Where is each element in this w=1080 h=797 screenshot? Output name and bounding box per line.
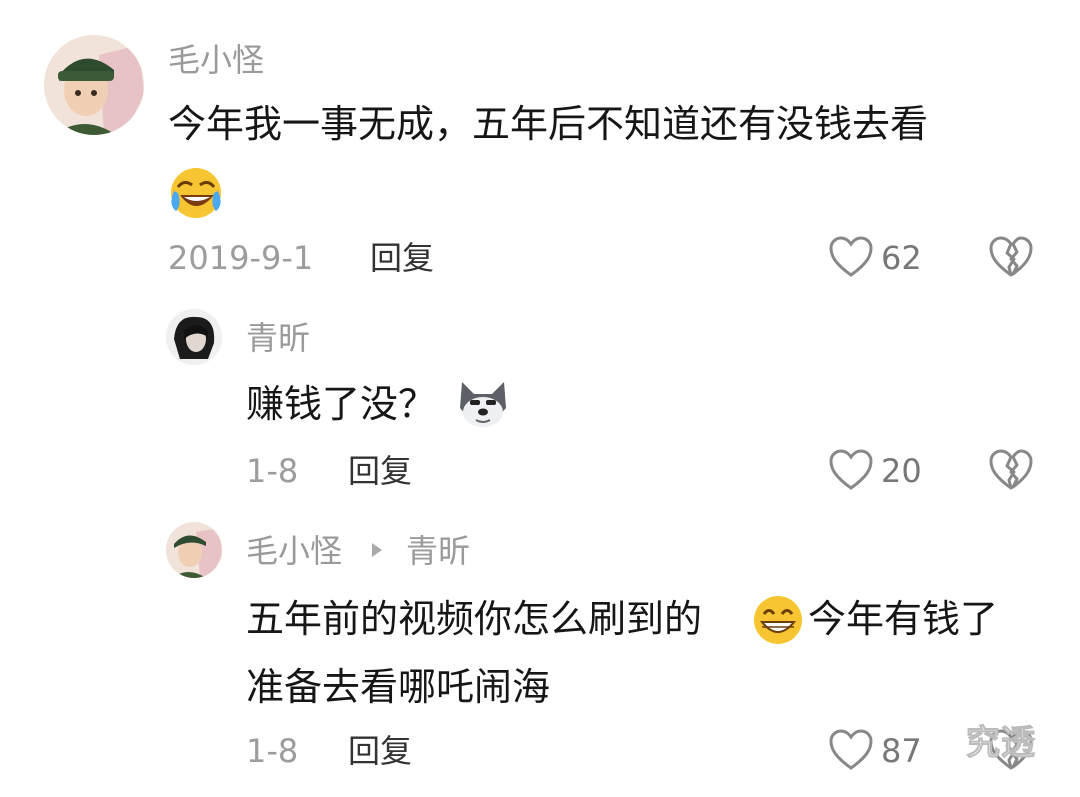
reply-button[interactable]: 回复 [370, 238, 434, 278]
grinning-emoji [752, 594, 804, 646]
like-count: 87 [881, 732, 922, 770]
reply-button[interactable]: 回复 [348, 451, 412, 491]
avatar[interactable] [166, 522, 222, 578]
like-count: 62 [881, 239, 922, 277]
laughing-crying-emoji [168, 165, 224, 221]
avatar[interactable] [166, 309, 222, 365]
dog-emoji [456, 378, 510, 430]
heart-icon[interactable] [828, 728, 874, 772]
reply-to-username[interactable]: 青昕 [406, 531, 470, 571]
comment-text: 准备去看哪吒闹海 [246, 665, 551, 709]
comment-date: 2019-9-1 [168, 239, 314, 277]
heart-icon[interactable] [828, 448, 874, 492]
avatar-image [166, 309, 222, 365]
comment-text: 五年前的视频你怎么刷到的 [246, 597, 703, 641]
comment-date: 1-8 [246, 732, 299, 770]
comment-text: 赚钱了没？ [246, 382, 437, 426]
comment-text: 今年我一事无成，五年后不知道还有没钱去看 [168, 102, 929, 146]
dislike-broken-heart-icon[interactable] [988, 448, 1034, 492]
comment-username[interactable]: 毛小怪 [246, 531, 342, 571]
dislike-broken-heart-icon[interactable] [988, 235, 1034, 279]
avatar-image [44, 35, 144, 135]
comment-text: 今年有钱了 [808, 597, 999, 641]
comment-username[interactable]: 毛小怪 [168, 40, 264, 80]
comment-date: 1-8 [246, 452, 299, 490]
heart-icon[interactable] [828, 235, 874, 279]
reply-button[interactable]: 回复 [348, 731, 412, 771]
watermark: 究透 [966, 723, 1036, 764]
reply-arrow-icon [370, 541, 384, 559]
avatar-image [166, 522, 222, 578]
like-count: 20 [881, 452, 922, 490]
avatar[interactable] [44, 35, 144, 135]
comment-username[interactable]: 青昕 [246, 318, 310, 358]
